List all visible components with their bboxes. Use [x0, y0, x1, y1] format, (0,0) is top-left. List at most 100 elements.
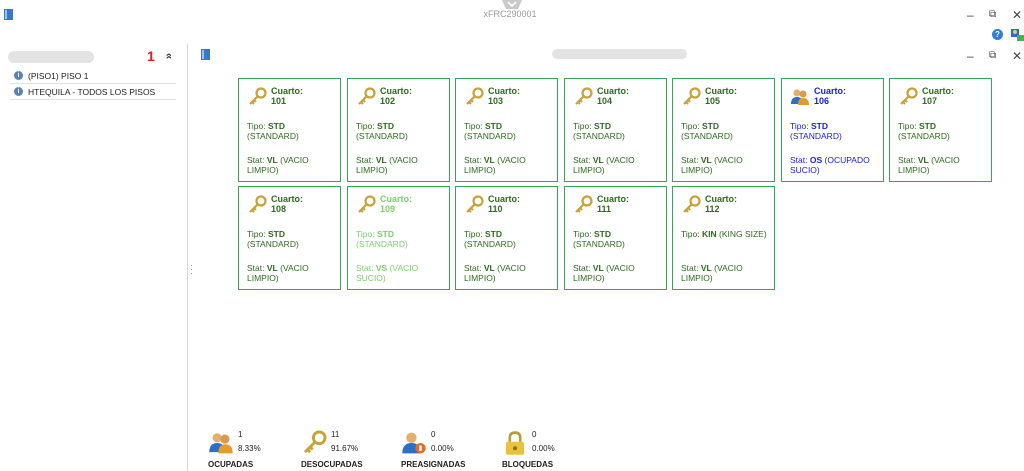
room-type: Tipo: STD (STANDARD)	[790, 121, 842, 141]
summary-percent: 0.00%	[532, 444, 555, 453]
room-card-102[interactable]: Cuarto: 102 Tipo: STD (STANDARD) Stat: VL (…	[347, 78, 450, 182]
summary-count: 0	[532, 430, 537, 439]
room-type: Tipo: STD (STANDARD)	[898, 121, 950, 141]
summary-count: 0	[431, 430, 436, 439]
room-number: Cuarto: 103	[488, 86, 520, 106]
key-icon	[464, 195, 484, 215]
key-icon	[681, 195, 701, 215]
key-icon	[464, 87, 484, 107]
key-icon	[681, 87, 701, 107]
key-icon	[356, 195, 376, 215]
room-type: Tipo: STD (STANDARD)	[464, 229, 516, 249]
room-number: Cuarto: 110	[488, 194, 520, 214]
floor-item-piso1[interactable]: i (PISO1) PISO 1	[10, 68, 176, 84]
room-card-110[interactable]: Cuarto: 110 Tipo: STD (STANDARD) Stat: VL (…	[455, 186, 558, 290]
help-icon[interactable]: ?	[992, 29, 1003, 40]
room-number: Cuarto: 105	[705, 86, 737, 106]
key-icon	[573, 87, 593, 107]
room-type: Tipo: STD (STANDARD)	[681, 121, 733, 141]
info-icon: i	[14, 71, 23, 80]
room-number: Cuarto: 102	[380, 86, 412, 106]
floor-panel: 1 » i (PISO1) PISO 1 i HTEQUILA - TODOS …	[0, 44, 188, 471]
app-book-icon	[4, 9, 13, 20]
room-card-109[interactable]: Cuarto: 109 Tipo: STD (STANDARD) Stat: VS (…	[347, 186, 450, 290]
restore-button[interactable]: ⧉	[989, 9, 996, 21]
room-number: Cuarto: 106	[814, 86, 846, 106]
summary-label: BLOQUEDAS	[502, 460, 554, 469]
summary-percent: 8.33%	[238, 444, 261, 453]
room-number: Cuarto: 108	[271, 194, 303, 214]
room-status: Stat: VL (VACIO LIMPIO)	[247, 155, 309, 175]
room-status: Stat: VL (VACIO LIMPIO)	[898, 155, 960, 175]
room-status: Stat: VL (VACIO LIMPIO)	[464, 263, 526, 283]
user-settings-icon[interactable]	[1010, 28, 1024, 41]
room-card-108[interactable]: Cuarto: 108 Tipo: STD (STANDARD) Stat: VL (…	[238, 186, 341, 290]
key-icon	[356, 87, 376, 107]
room-status: Stat: VL (VACIO LIMPIO)	[573, 155, 635, 175]
room-type: Tipo: STD (STANDARD)	[247, 121, 299, 141]
floor-list: i (PISO1) PISO 1 i HTEQUILA - TODOS LOS …	[10, 68, 176, 100]
key-icon	[301, 430, 327, 456]
main-minimize-button[interactable]: –	[967, 50, 974, 62]
guests-icon	[790, 87, 810, 107]
room-type: Tipo: STD (STANDARD)	[464, 121, 516, 141]
room-number: Cuarto: 107	[922, 86, 954, 106]
room-card-105[interactable]: Cuarto: 105 Tipo: STD (STANDARD) Stat: VL (…	[672, 78, 775, 182]
room-number: Cuarto: 101	[271, 86, 303, 106]
room-status: Stat: VL (VACIO LIMPIO)	[681, 155, 743, 175]
key-icon	[247, 195, 267, 215]
room-type: Tipo: STD (STANDARD)	[247, 229, 299, 249]
room-number: Cuarto: 112	[705, 194, 737, 214]
floor-count-badge: 1	[147, 48, 155, 64]
room-card-107[interactable]: Cuarto: 107 Tipo: STD (STANDARD) Stat: VL (…	[889, 78, 992, 182]
room-card-106[interactable]: Cuarto: 106 Tipo: STD (STANDARD) Stat: OS (…	[781, 78, 884, 182]
room-status: Stat: VS (VACIO SUCIO)	[356, 263, 419, 283]
panel-title-placeholder	[8, 51, 94, 63]
summary-percent: 91.67%	[331, 444, 359, 453]
summary-count: 1	[238, 430, 243, 439]
info-icon: i	[14, 87, 23, 96]
main-close-button[interactable]: ✕	[1012, 50, 1022, 62]
room-card-101[interactable]: Cuarto: 101 Tipo: STD (STANDARD) Stat: VL (…	[238, 78, 341, 182]
summary-label: OCUPADAS	[208, 460, 254, 469]
main-restore-button[interactable]: ⧉	[989, 50, 996, 62]
floor-item-label: HTEQUILA - TODOS LOS PISOS	[28, 86, 156, 97]
room-card-103[interactable]: Cuarto: 103 Tipo: STD (STANDARD) Stat: VL (…	[455, 78, 558, 182]
room-status: Stat: VL (VACIO LIMPIO)	[464, 155, 526, 175]
room-type: Tipo: KIN (KING SIZE)	[681, 229, 767, 239]
room-status: Stat: VL (VACIO LIMPIO)	[247, 263, 309, 283]
minimize-button[interactable]: –	[967, 9, 974, 21]
room-status: Stat: OS (OCUPADO SUCIO)	[790, 155, 870, 175]
room-number: Cuarto: 111	[597, 194, 629, 214]
room-number: Cuarto: 109	[380, 194, 412, 214]
main-title-placeholder	[552, 49, 687, 59]
main-book-icon	[201, 49, 210, 60]
room-status: Stat: VL (VACIO LIMPIO)	[681, 263, 743, 283]
summary-label: DESOCUPADAS	[301, 460, 363, 469]
room-type: Tipo: STD (STANDARD)	[356, 229, 408, 249]
key-icon	[247, 87, 267, 107]
room-card-112[interactable]: Cuarto: 112 Tipo: KIN (KING SIZE) Stat: VL …	[672, 186, 775, 290]
lock-icon	[502, 430, 528, 456]
room-card-111[interactable]: Cuarto: 111 Tipo: STD (STANDARD) Stat: VL (…	[564, 186, 667, 290]
panel-splitter[interactable]: · · ·	[190, 261, 193, 278]
collapse-button[interactable]: »	[163, 53, 175, 59]
room-type: Tipo: STD (STANDARD)	[573, 121, 625, 141]
summary-count: 11	[331, 430, 340, 439]
room-number: Cuarto: 104	[597, 86, 629, 106]
guests-icon	[208, 430, 234, 456]
window-title: xFRC290001	[483, 9, 537, 19]
close-button[interactable]: ✕	[1012, 9, 1022, 21]
key-icon	[898, 87, 918, 107]
room-card-104[interactable]: Cuarto: 104 Tipo: STD (STANDARD) Stat: VL (…	[564, 78, 667, 182]
summary-label: PREASIGNADAS	[401, 460, 466, 469]
room-type: Tipo: STD (STANDARD)	[356, 121, 408, 141]
summary-percent: 0.00%	[431, 444, 454, 453]
room-type: Tipo: STD (STANDARD)	[573, 229, 625, 249]
floor-item-label: (PISO1) PISO 1	[28, 70, 89, 81]
chevron-down-icon[interactable]	[502, 0, 522, 9]
floor-item-all[interactable]: i HTEQUILA - TODOS LOS PISOS	[10, 84, 176, 100]
room-status: Stat: VL (VACIO LIMPIO)	[356, 155, 418, 175]
floor-panel-header: 1 »	[4, 47, 181, 66]
reserved-guest-icon	[401, 430, 427, 456]
